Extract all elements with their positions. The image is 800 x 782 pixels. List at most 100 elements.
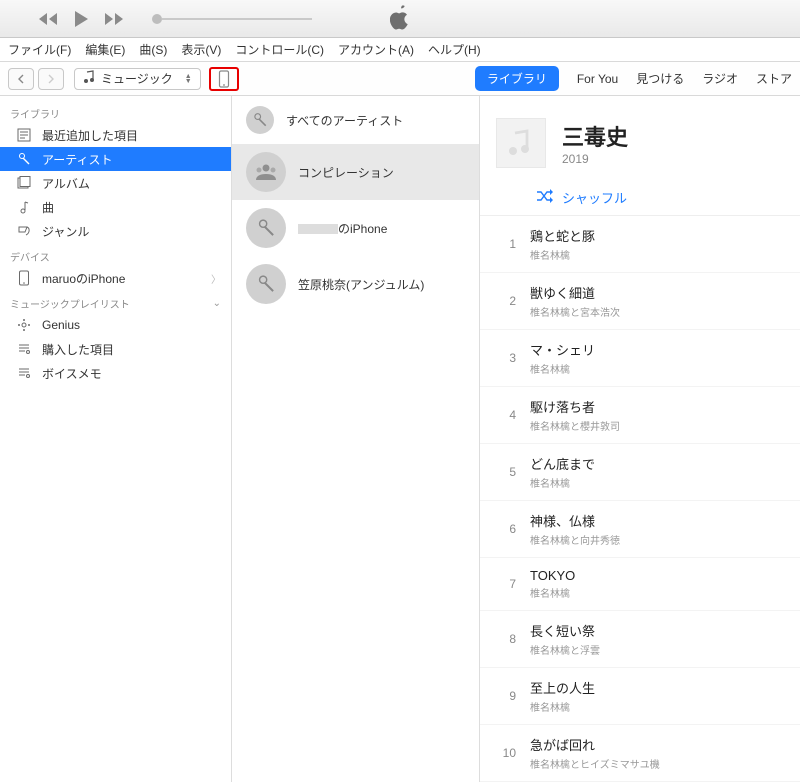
track-artist: 椎名林檎 xyxy=(530,475,595,490)
chevron-right-icon: 〉 xyxy=(211,271,221,286)
artist-row[interactable]: のiPhone xyxy=(232,200,479,256)
sidebar-item-albums[interactable]: アルバム xyxy=(0,171,231,195)
previous-button[interactable] xyxy=(38,12,58,26)
menu-edit[interactable]: 編集(E) xyxy=(85,41,125,58)
microphone-icon xyxy=(16,152,32,166)
sidebar: ライブラリ 最近追加した項目 アーティスト アルバム 曲 ジャンル デバイス m… xyxy=(0,96,232,782)
track-number: 8 xyxy=(496,632,516,646)
people-icon xyxy=(246,152,286,192)
sidebar-item-recent[interactable]: 最近追加した項目 xyxy=(0,123,231,147)
track-title: 長く短い祭 xyxy=(530,621,600,640)
artist-row[interactable]: 笠原桃奈(アンジュルム) xyxy=(232,256,479,312)
menu-help[interactable]: ヘルプ(H) xyxy=(428,41,481,58)
nav-tabs: ライブラリ For You 見つける ラジオ ストア xyxy=(475,66,792,91)
artist-row-all[interactable]: すべてのアーティスト xyxy=(232,96,479,144)
next-button[interactable] xyxy=(104,12,124,26)
forward-button[interactable] xyxy=(38,68,64,90)
sidebar-item-label: Genius xyxy=(42,318,80,332)
track-title: どん底まで xyxy=(530,454,595,473)
menu-view[interactable]: 表示(V) xyxy=(181,41,221,58)
toolbar: ミュージック ▲▼ ライブラリ For You 見つける ラジオ ストア xyxy=(0,62,800,96)
sidebar-item-label: アルバム xyxy=(42,175,90,192)
back-button[interactable] xyxy=(8,68,34,90)
genre-icon xyxy=(16,224,32,238)
media-type-selector[interactable]: ミュージック ▲▼ xyxy=(74,68,201,90)
artist-row-compilations[interactable]: コンピレーション xyxy=(232,144,479,200)
track-title: 駆け落ち者 xyxy=(530,397,620,416)
shuffle-icon xyxy=(536,189,554,206)
track-row[interactable]: 5 どん底まで椎名林檎 xyxy=(480,444,800,501)
main-columns: ライブラリ 最近追加した項目 アーティスト アルバム 曲 ジャンル デバイス m… xyxy=(0,96,800,782)
play-button[interactable] xyxy=(72,10,90,28)
menu-control[interactable]: コントロール(C) xyxy=(235,41,324,58)
sidebar-item-purchased[interactable]: 購入した項目 xyxy=(0,337,231,361)
tab-radio[interactable]: ラジオ xyxy=(702,70,738,87)
music-note-icon xyxy=(83,70,95,87)
recent-icon xyxy=(16,128,32,142)
track-title: 鶏と蛇と豚 xyxy=(530,226,595,245)
track-row[interactable]: 1鶏と蛇と豚椎名林檎 xyxy=(480,216,800,273)
track-artist: 椎名林檎と櫻井敦司 xyxy=(530,418,620,433)
track-title: 急がば回れ xyxy=(530,735,660,754)
sidebar-library-head-label: ライブラリ xyxy=(10,106,60,121)
track-row[interactable]: 2獣ゆく細道椎名林檎と宮本浩次 xyxy=(480,273,800,330)
seek-bar[interactable] xyxy=(152,14,312,24)
sidebar-item-songs[interactable]: 曲 xyxy=(0,195,231,219)
tab-library[interactable]: ライブラリ xyxy=(475,66,559,91)
track-number: 4 xyxy=(496,408,516,422)
titlebar xyxy=(0,0,800,38)
track-title: 獣ゆく細道 xyxy=(530,283,620,302)
sidebar-section-playlists: ミュージックプレイリスト ⌄ xyxy=(0,290,231,313)
sidebar-section-devices: デバイス xyxy=(0,243,231,266)
track-row[interactable]: 7 TOKYO 椎名林檎 xyxy=(480,558,800,611)
track-row[interactable]: 10急がば回れ椎名林檎とヒイズミマサユ機 xyxy=(480,725,800,782)
microphone-icon xyxy=(246,264,286,304)
sidebar-item-voicememo[interactable]: ボイスメモ xyxy=(0,361,231,385)
chevron-down-icon[interactable]: ⌄ xyxy=(213,298,221,309)
track-list: 1鶏と蛇と豚椎名林檎2獣ゆく細道椎名林檎と宮本浩次3マ・シェリ椎名林檎 4 駆け落ち… xyxy=(480,216,800,782)
apple-logo-icon xyxy=(390,5,410,32)
artist-label: のiPhone xyxy=(298,220,387,237)
sidebar-item-artists[interactable]: アーティスト xyxy=(0,147,231,171)
media-type-label: ミュージック xyxy=(101,70,173,87)
sidebar-item-label: ジャンル xyxy=(42,223,89,240)
tab-store[interactable]: ストア xyxy=(756,70,792,87)
track-row[interactable]: 9至上の人生椎名林檎 xyxy=(480,668,800,725)
track-artist: 椎名林檎 xyxy=(530,585,575,600)
track-number: 10 xyxy=(496,746,516,760)
sidebar-item-genius[interactable]: Genius xyxy=(0,313,231,337)
menu-account[interactable]: アカウント(A) xyxy=(338,41,414,58)
track-number: 6 xyxy=(496,522,516,536)
sidebar-item-device-iphone[interactable]: maruoのiPhone 〉 xyxy=(0,266,231,290)
track-row[interactable]: 3マ・シェリ椎名林檎 xyxy=(480,330,800,387)
shuffle-button[interactable]: シャッフル xyxy=(480,180,800,216)
track-number: 7 xyxy=(496,577,516,591)
sidebar-item-genres[interactable]: ジャンル xyxy=(0,219,231,243)
tab-for-you[interactable]: For You xyxy=(577,72,618,86)
track-title: マ・シェリ xyxy=(530,340,595,359)
artist-label: 笠原桃奈(アンジュルム) xyxy=(298,276,424,293)
track-title: TOKYO xyxy=(530,568,575,583)
sidebar-item-label: 購入した項目 xyxy=(42,341,114,358)
album-icon xyxy=(16,176,32,190)
track-title: 神様、仏様 xyxy=(530,511,620,530)
tab-discover[interactable]: 見つける xyxy=(636,70,684,87)
track-number: 5 xyxy=(496,465,516,479)
menu-bar: ファイル(F) 編集(E) 曲(S) 表示(V) コントロール(C) アカウント… xyxy=(0,38,800,62)
device-button[interactable] xyxy=(209,67,239,91)
sidebar-section-library: ライブラリ xyxy=(0,100,231,123)
album-header: 三毒史 2019 xyxy=(480,96,800,180)
genius-icon xyxy=(16,318,32,332)
album-title: 三毒史 xyxy=(562,120,628,152)
menu-file[interactable]: ファイル(F) xyxy=(8,41,71,58)
sidebar-devices-head-label: デバイス xyxy=(10,249,50,264)
iphone-icon xyxy=(16,270,32,286)
sidebar-item-label: 最近追加した項目 xyxy=(42,127,138,144)
track-row[interactable]: 6神様、仏様椎名林檎と向井秀徳 xyxy=(480,501,800,558)
track-artist: 椎名林檎と浮雲 xyxy=(530,642,600,657)
track-detail: 三毒史 2019 シャッフル 1鶏と蛇と豚椎名林檎2獣ゆく細道椎名林檎と宮本浩次… xyxy=(480,96,800,782)
track-row[interactable]: 8 長く短い祭椎名林檎と浮雲 xyxy=(480,611,800,668)
sidebar-item-label: アーティスト xyxy=(42,151,113,168)
track-row[interactable]: 4 駆け落ち者椎名林檎と櫻井敦司 xyxy=(480,387,800,444)
menu-song[interactable]: 曲(S) xyxy=(139,41,167,58)
